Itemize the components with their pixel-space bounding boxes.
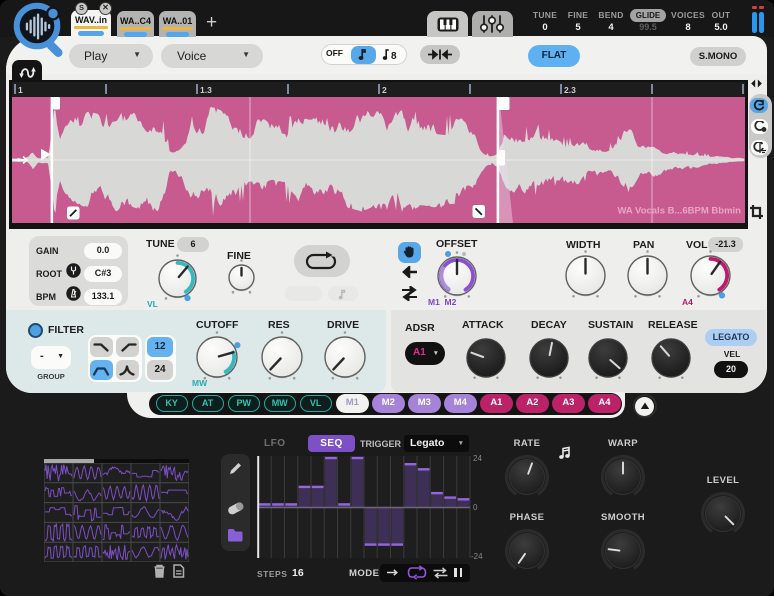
svg-text:WA Vocals B...6BPM Bbmin: WA Vocals B...6BPM Bbmin xyxy=(617,205,741,216)
svg-text:8: 8 xyxy=(391,51,397,61)
